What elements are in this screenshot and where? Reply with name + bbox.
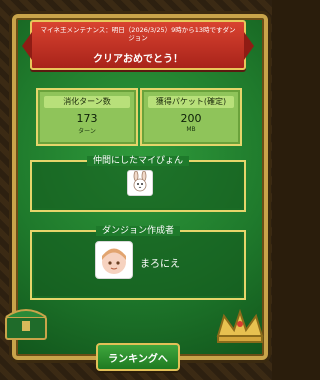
turns-unit: ターン <box>78 128 96 135</box>
treasure-chest-icon <box>5 309 47 340</box>
bunny-icon-svg <box>133 170 147 192</box>
clear-banner: マイネ王メンテナンス：明日（2026/3/25）9時から13時ですダンジョン ク… <box>22 20 254 70</box>
companions-title: 仲間にしたマイぴょん <box>32 153 244 166</box>
creator-section: ダンジョン作成者 <box>30 226 246 300</box>
turns-label: 消化ターン数 <box>44 96 130 108</box>
creator-name: まろにえ <box>140 259 180 270</box>
companions-title-text: 仲間にしたマイぴょん <box>86 156 189 166</box>
ranking-button[interactable]: ランキングへ <box>96 343 180 371</box>
turns-stat: 消化ターン数 173 ターン <box>36 88 138 146</box>
crown-icon <box>216 308 264 343</box>
creator-avatar[interactable] <box>95 241 133 279</box>
packet-value: 200 <box>180 112 202 125</box>
bunny-icon[interactable] <box>127 170 153 196</box>
creator-title: ダンジョン作成者 <box>32 223 244 236</box>
packet-stat: 獲得パケット(確定) 200 MB <box>140 88 242 146</box>
turns-value: 173 <box>76 112 98 125</box>
creator-avatar-svg <box>102 248 126 274</box>
maintenance-notice: マイネ王メンテナンス：明日（2026/3/25）9時から13時ですダンジョン <box>40 26 236 42</box>
creator-title-text: ダンジョン作成者 <box>95 226 180 236</box>
packet-label: 獲得パケット(確定) <box>148 96 234 108</box>
clear-title: クリアおめでとう！ <box>93 54 183 65</box>
packet-unit: MB <box>186 126 196 133</box>
